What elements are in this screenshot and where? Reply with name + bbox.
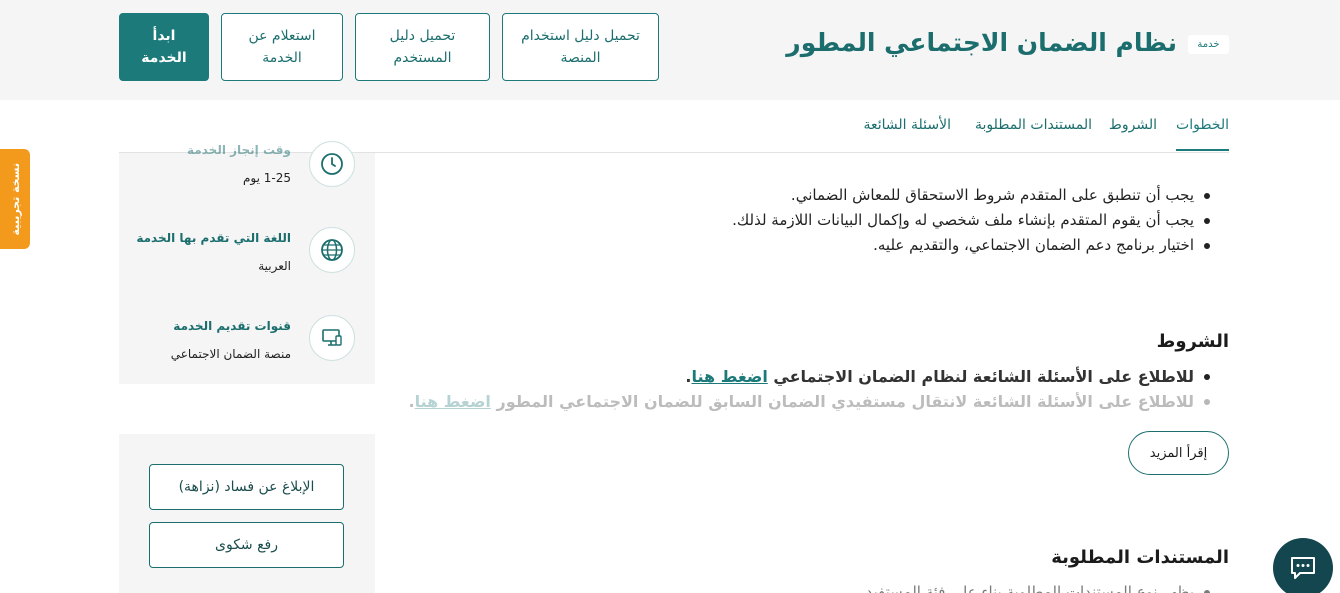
tab-steps[interactable]: الخطوات xyxy=(1176,117,1229,151)
list-item: للاطلاع على الأسئلة الشائعة لانتقال مستف… xyxy=(409,389,1211,414)
info-label: قنوات تقديم الخدمة xyxy=(173,319,291,333)
beta-label: نسخة تجريبية xyxy=(8,162,22,236)
tab-faq[interactable]: الأسئلة الشائعة xyxy=(864,117,952,149)
service-actions-card xyxy=(119,434,375,593)
tab-conditions[interactable]: الشروط xyxy=(1109,117,1157,149)
service-badge: خدمة xyxy=(1188,35,1229,54)
download-user-guide-button[interactable]: تحميل دليل المستخدم xyxy=(355,13,490,81)
report-corruption-button[interactable]: الإبلاغ عن فساد (نزاهة) xyxy=(149,464,344,510)
documents-title: المستندات المطلوبة xyxy=(1051,547,1229,568)
page-title: نظام الضمان الاجتماعي المطور xyxy=(786,28,1177,57)
conditions-title: الشروط xyxy=(1156,331,1229,352)
read-more-button[interactable]: إقرأ المزيد xyxy=(1128,431,1229,475)
info-value: العربية xyxy=(258,259,291,273)
info-row-duration: وقت إنجاز الخدمة 1-25 يوم xyxy=(119,133,375,203)
info-label: وقت إنجاز الخدمة xyxy=(187,143,291,157)
info-value: منصة الضمان الاجتماعي xyxy=(170,347,291,361)
list-item: اختيار برنامج دعم الضمان الاجتماعي، والت… xyxy=(732,233,1210,258)
chat-icon xyxy=(1291,557,1315,579)
info-row-language: اللغة التي تقدم بها الخدمة العربية xyxy=(119,223,375,293)
list-item: يجب أن يقوم المتقدم بإنشاء ملف شخصي له و… xyxy=(732,208,1210,233)
conditions-list: للاطلاع على الأسئلة الشائعة لنظام الضمان… xyxy=(409,364,1211,414)
documents-list: يظهر نوع المستندات المطلوبة بناء على فئة… xyxy=(866,580,1211,593)
globe-icon xyxy=(309,227,355,273)
service-info-card: وقت إنجاز الخدمة 1-25 يوم اللغة التي تقد… xyxy=(119,141,375,384)
list-item: يظهر نوع المستندات المطلوبة بناء على فئة… xyxy=(866,580,1211,593)
service-header: خدمة نظام الضمان الاجتماعي المطور تحميل … xyxy=(0,0,1340,100)
monitor-icon xyxy=(309,315,355,361)
info-value: 1-25 يوم xyxy=(242,171,291,185)
transition-faq-link[interactable]: اضغط هنا xyxy=(415,392,491,411)
service-inquiry-button[interactable]: استعلام عن الخدمة xyxy=(221,13,343,81)
clock-icon xyxy=(309,141,355,187)
faq-link[interactable]: اضغط هنا xyxy=(692,367,768,386)
list-item: يجب أن تنطبق على المتقدم شروط الاستحقاق … xyxy=(732,183,1210,208)
steps-list: يجب أن تنطبق على المتقدم شروط الاستحقاق … xyxy=(732,183,1210,258)
complaint-button[interactable]: رفع شكوى xyxy=(149,522,344,568)
start-service-button[interactable]: ابدأ الخدمة xyxy=(119,13,209,81)
chat-button[interactable] xyxy=(1273,538,1333,593)
beta-version-tab[interactable]: نسخة تجريبية xyxy=(0,149,30,249)
list-item: للاطلاع على الأسئلة الشائعة لنظام الضمان… xyxy=(409,364,1211,389)
info-label: اللغة التي تقدم بها الخدمة xyxy=(136,231,291,245)
info-row-channels: قنوات تقديم الخدمة منصة الضمان الاجتماعي xyxy=(119,311,375,381)
download-platform-guide-button[interactable]: تحميل دليل استخدام المنصة xyxy=(502,13,659,81)
tab-documents[interactable]: المستندات المطلوبة xyxy=(975,117,1092,149)
